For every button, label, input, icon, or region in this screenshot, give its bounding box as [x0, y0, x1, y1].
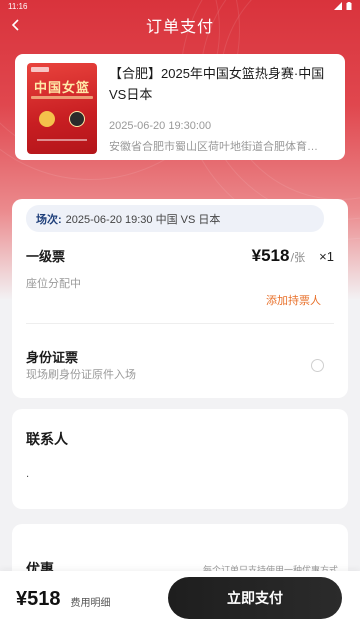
- battery-icon: [346, 2, 352, 10]
- chevron-left-icon: [11, 19, 19, 31]
- poster-logo: [31, 67, 49, 72]
- home-indicator-area: [0, 627, 360, 639]
- bottom-bar: ¥518 费用明细 立即支付: [0, 571, 360, 627]
- ticket-row: 一级票 ¥518 /张 ×1: [26, 246, 334, 266]
- session-value: 2025-06-20 19:30 中国 VS 日本: [65, 213, 221, 226]
- status-time: 11:16: [8, 1, 28, 11]
- ticket-price-group: ¥518 /张 ×1: [252, 246, 334, 266]
- ticket-card: 场次: 2025-06-20 19:30 中国 VS 日本 一级票 ¥518 /…: [12, 199, 348, 398]
- poster-footer-line: [37, 139, 87, 141]
- event-card[interactable]: 中国女篮 【合肥】2025年中国女篮热身赛·中国VS日本 2025-06-20 …: [15, 54, 345, 160]
- divider: [26, 323, 334, 324]
- event-venue: 安徽省合肥市蜀山区荷叶地街道合肥体育…: [109, 141, 318, 151]
- id-ticket-title: 身份证票: [26, 350, 79, 365]
- id-ticket-desc: 现场刷身份证原件入场: [26, 369, 136, 381]
- contact-card[interactable]: 联系人 .: [12, 409, 348, 509]
- ticket-price-unit: /张: [290, 251, 306, 264]
- event-title: 【合肥】2025年中国女篮热身赛·中国VS日本: [109, 66, 325, 102]
- event-info: 【合肥】2025年中国女篮热身赛·中国VS日本 2025-06-20 19:30…: [109, 63, 333, 151]
- session-bar: 场次: 2025-06-20 19:30 中国 VS 日本: [26, 205, 324, 232]
- team-badge-china: [39, 111, 55, 127]
- page-title: 订单支付: [145, 19, 214, 36]
- poster-title: 中国女篮: [33, 80, 90, 95]
- fee-detail-link[interactable]: 费用明细: [71, 594, 111, 609]
- total-price: ¥518: [16, 587, 61, 610]
- id-ticket-radio[interactable]: [311, 359, 324, 372]
- navigation-bar: 订单支付: [0, 12, 360, 38]
- poster-subtitle-bar: [31, 96, 93, 99]
- signal-icon: [334, 2, 342, 10]
- status-icons: [334, 2, 352, 10]
- team-badge-japan: [69, 111, 85, 127]
- ticket-price: ¥518: [251, 246, 290, 265]
- add-ticket-holder-button[interactable]: 添加持票人: [266, 292, 321, 308]
- pay-now-button[interactable]: 立即支付: [168, 577, 342, 619]
- status-bar: 11:16: [0, 0, 360, 12]
- event-poster: 中国女篮: [27, 63, 97, 154]
- seat-note: 座位分配中: [26, 278, 81, 290]
- back-button[interactable]: [4, 12, 28, 38]
- ticket-quantity: ×1: [319, 249, 334, 264]
- session-label: 场次:: [36, 213, 62, 226]
- contact-title: 联系人: [26, 431, 68, 447]
- ticket-name: 一级票: [26, 249, 66, 264]
- contact-value: .: [26, 469, 30, 480]
- event-time: 2025-06-20 19:30:00: [109, 120, 212, 132]
